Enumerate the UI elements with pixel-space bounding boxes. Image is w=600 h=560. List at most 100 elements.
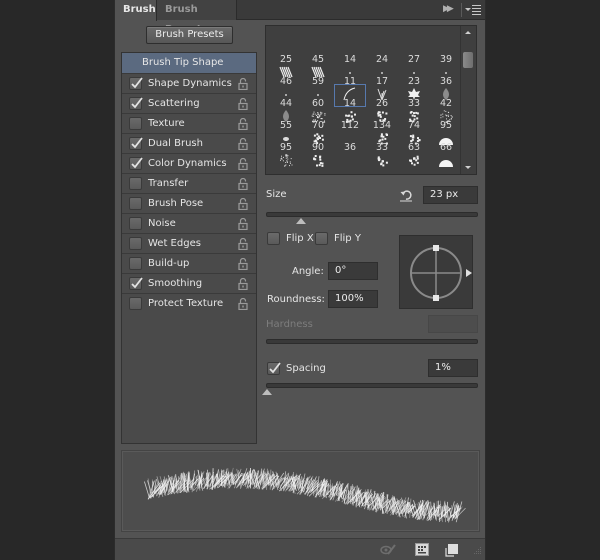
brush-tip-thumbnail-icon <box>406 153 422 170</box>
unlock-icon[interactable] <box>238 237 248 251</box>
spacing-slider-thumb[interactable] <box>262 387 272 395</box>
option-checkbox[interactable] <box>129 117 142 130</box>
brush-tip-preset[interactable]: 59 <box>302 62 334 87</box>
brush-tip-preset[interactable]: 74 <box>398 106 430 131</box>
brush-tip-preset[interactable]: 55 <box>270 106 302 131</box>
size-slider-thumb[interactable] <box>296 216 307 224</box>
brush-tip-preset[interactable]: 33 <box>398 84 430 109</box>
reset-size-icon[interactable] <box>399 188 413 202</box>
option-brush-tip-shape[interactable]: Brush Tip Shape <box>122 53 256 73</box>
panel-menu-icon[interactable] <box>465 4 483 16</box>
brush-tip-preset[interactable]: 66 <box>430 128 462 153</box>
brush-tip-preset[interactable]: 95 <box>270 128 302 153</box>
unlock-icon[interactable] <box>238 277 248 291</box>
panel-bottom-bar <box>115 538 485 560</box>
brush-tip-preset[interactable]: 95 <box>430 106 462 131</box>
option-checkbox[interactable] <box>129 217 142 230</box>
brush-projection-grid-icon[interactable] <box>415 543 429 556</box>
flip-x-checkbox[interactable] <box>267 232 280 245</box>
brush-tip-preset[interactable]: 33 <box>366 128 398 153</box>
option-checkbox[interactable] <box>129 277 143 290</box>
brush-tip-preset[interactable]: 17 <box>366 62 398 87</box>
brush-tip-preset[interactable]: 27 <box>398 40 430 65</box>
create-new-brush-icon[interactable] <box>445 543 459 557</box>
option-checkbox[interactable] <box>129 137 143 150</box>
brush-tip-preset[interactable]: 70 <box>302 106 334 131</box>
brush-grid-scrollbar[interactable] <box>460 26 475 174</box>
brush-tip-preset[interactable]: 36 <box>334 128 366 153</box>
brush-size-label: 63 <box>407 142 421 153</box>
scroll-up-arrow-icon[interactable] <box>465 31 471 34</box>
spacing-field[interactable]: 1% <box>428 359 478 377</box>
brush-tip-preset[interactable]: 112 <box>334 106 366 131</box>
angle-roundness-widget[interactable] <box>399 235 473 309</box>
spacing-checkbox[interactable] <box>267 362 281 375</box>
unlock-icon[interactable] <box>238 217 248 231</box>
unlock-icon[interactable] <box>238 197 248 211</box>
option-checkbox[interactable] <box>129 157 143 170</box>
option-checkbox[interactable] <box>129 177 142 190</box>
unlock-icon[interactable] <box>238 77 248 91</box>
option-protect-texture[interactable]: Protect Texture <box>122 293 256 313</box>
resize-grip-icon[interactable] <box>471 545 485 558</box>
brush-tip-preset[interactable]: 36 <box>430 62 462 87</box>
roundness-field[interactable]: 100% <box>328 290 378 308</box>
option-noise[interactable]: Noise <box>122 213 256 233</box>
option-wet-edges[interactable]: Wet Edges <box>122 233 256 253</box>
unlock-icon[interactable] <box>238 117 248 131</box>
option-label: Protect Texture <box>148 298 224 309</box>
brush-tip-preset[interactable]: 46 <box>270 62 302 87</box>
brush-tip-preset[interactable]: 45 <box>302 40 334 65</box>
option-checkbox[interactable] <box>129 237 142 250</box>
brush-tip-preset[interactable]: 23 <box>398 62 430 87</box>
brush-tip-preset[interactable]: 39 <box>430 40 462 65</box>
angle-field[interactable]: 0° <box>328 262 378 280</box>
unlock-icon[interactable] <box>238 157 248 171</box>
option-dual-brush[interactable]: Dual Brush <box>122 133 256 153</box>
flip-y-checkbox[interactable] <box>315 232 328 245</box>
scroll-down-arrow-icon[interactable] <box>465 166 471 169</box>
option-shape-dynamics[interactable]: Shape Dynamics <box>122 73 256 93</box>
tab-brush[interactable]: Brush <box>115 0 157 21</box>
double-arrow-right-icon[interactable]: ▶▶ <box>443 4 457 16</box>
option-build-up[interactable]: Build-up <box>122 253 256 273</box>
option-checkbox[interactable] <box>129 77 143 90</box>
toggle-live-tip-preview-icon[interactable] <box>380 543 396 556</box>
unlock-icon[interactable] <box>238 297 248 311</box>
option-brush-pose[interactable]: Brush Pose <box>122 193 256 213</box>
brush-tip-preset[interactable]: 24 <box>366 40 398 65</box>
option-scattering[interactable]: Scattering <box>122 93 256 113</box>
brush-tip-preset[interactable]: 26 <box>366 84 398 109</box>
option-color-dynamics[interactable]: Color Dynamics <box>122 153 256 173</box>
unlock-icon[interactable] <box>238 137 248 151</box>
option-checkbox[interactable] <box>129 197 142 210</box>
spacing-slider[interactable] <box>266 383 478 388</box>
unlock-icon[interactable] <box>238 97 248 111</box>
brush-tip-preset[interactable]: 44 <box>270 84 302 109</box>
option-texture[interactable]: Texture <box>122 113 256 133</box>
brush-tip-preset[interactable]: 42 <box>430 84 462 109</box>
option-checkbox[interactable] <box>129 257 142 270</box>
option-label: Brush Pose <box>148 198 204 209</box>
unlock-icon[interactable] <box>238 177 248 191</box>
brush-tip-preset[interactable]: 60 <box>302 84 334 109</box>
option-transfer[interactable]: Transfer <box>122 173 256 193</box>
unlock-icon[interactable] <box>238 257 248 271</box>
brush-tip-preset[interactable]: 25 <box>270 40 302 65</box>
flip-y-label: Flip Y <box>334 233 361 244</box>
brush-tip-preset[interactable]: 14 <box>334 84 366 109</box>
size-field[interactable]: 23 px <box>423 186 478 204</box>
option-smoothing[interactable]: Smoothing <box>122 273 256 293</box>
brush-tip-preset[interactable]: 14 <box>334 40 366 65</box>
brush-presets-button[interactable]: Brush Presets <box>146 26 233 44</box>
tab-brush-presets[interactable]: Brush Presets <box>157 0 237 35</box>
option-checkbox[interactable] <box>129 97 143 110</box>
brush-tip-preset[interactable]: 134 <box>366 106 398 131</box>
brush-size-label: 66 <box>439 142 453 153</box>
brush-tip-preset[interactable]: 63 <box>398 128 430 153</box>
scrollbar-thumb[interactable] <box>463 52 473 68</box>
brush-tip-preset[interactable]: 11 <box>334 62 366 87</box>
brush-size-label: 36 <box>343 142 357 153</box>
brush-tip-preset[interactable]: 90 <box>302 128 334 153</box>
option-checkbox[interactable] <box>129 297 142 310</box>
